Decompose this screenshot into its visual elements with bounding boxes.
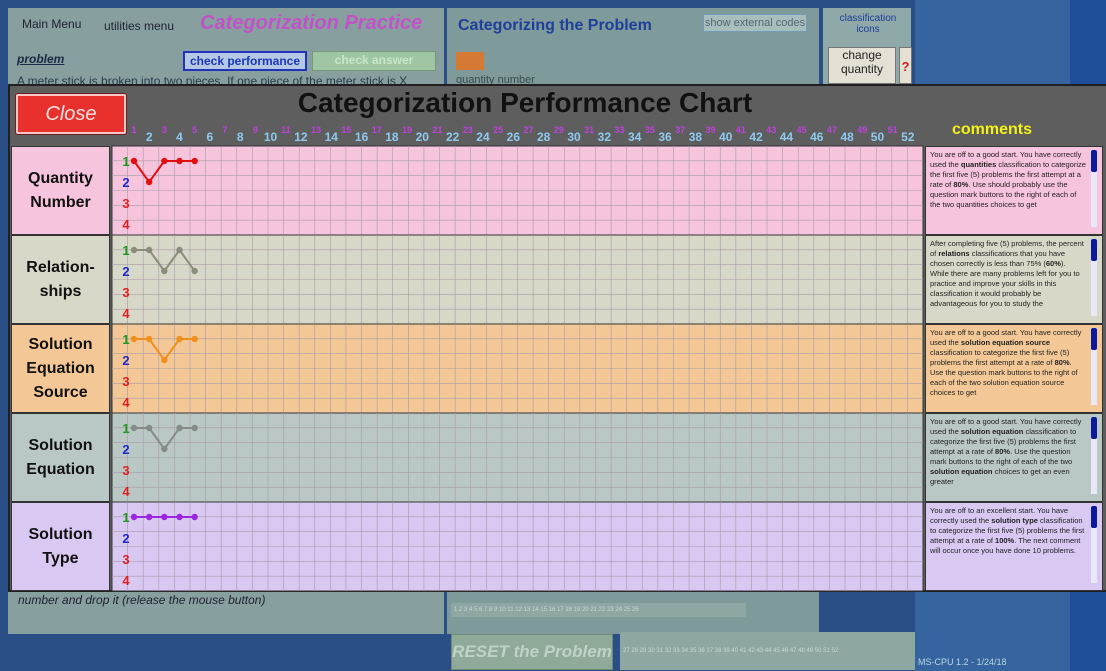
data-point: [176, 335, 183, 343]
data-point: [191, 513, 198, 521]
problem-number-tick: 21: [432, 125, 442, 135]
data-point: [161, 157, 168, 165]
level-label: 1: [122, 421, 129, 436]
level-label: 1: [122, 332, 129, 347]
problem-number-tick: 36: [658, 130, 672, 144]
problem-number-tick: 39: [706, 125, 716, 135]
problem-number-tick: 1: [131, 125, 136, 135]
problem-number-tick: 31: [584, 125, 594, 135]
data-point: [130, 246, 138, 254]
problem-number-tick: 38: [689, 130, 703, 144]
level-label: 1: [122, 243, 129, 258]
data-point: [176, 513, 183, 521]
level-label: 4: [122, 484, 130, 499]
problem-number-tick: 24: [476, 130, 490, 144]
problem-number-tick: 48: [840, 130, 854, 144]
level-label: 3: [122, 285, 129, 300]
problem-number-tick: 25: [493, 125, 503, 135]
problem-number-tick: 42: [749, 130, 763, 144]
level-label: 3: [122, 463, 129, 478]
data-point: [130, 157, 138, 165]
level-label: 3: [122, 374, 129, 389]
problem-number-tick: 34: [628, 130, 642, 144]
problem-number-tick: 6: [207, 130, 214, 144]
problem-number-tick: 47: [827, 125, 837, 135]
problem-number-tick: 37: [675, 125, 685, 135]
problem-number-tick: 2: [146, 130, 153, 144]
problem-number-tick: 41: [736, 125, 746, 135]
data-point: [161, 267, 168, 275]
data-point: [176, 246, 183, 254]
performance-chart-svg: 1 2 3 4 5 6 7 8 9 10 11 12 13 14 15 16 17 18 19 20 21 22 23 24 2…: [111, 125, 924, 592]
problem-number-tick: 51: [888, 125, 898, 135]
problem-number-tick: 27: [523, 125, 533, 135]
level-label: 2: [122, 353, 129, 368]
problem-number-tick: 45: [797, 125, 807, 135]
problem-number-tick: 14: [325, 130, 339, 144]
problem-number-tick: 44: [780, 130, 794, 144]
problem-number-tick: 9: [253, 125, 258, 135]
level-label: 3: [122, 552, 129, 567]
level-label: 4: [122, 395, 130, 410]
problem-number-tick: 11: [281, 125, 291, 135]
problem-number-tick: 15: [341, 125, 351, 135]
problem-number-tick: 28: [537, 130, 551, 144]
problem-number-tick: 12: [294, 130, 308, 144]
data-point: [191, 335, 198, 343]
level-label: 4: [122, 573, 130, 588]
level-label: 1: [122, 154, 129, 169]
data-point: [145, 335, 153, 343]
problem-number-tick: 19: [402, 125, 412, 135]
level-label: 2: [122, 531, 129, 546]
problem-number-tick: 4: [176, 130, 183, 144]
problem-number-tick: 18: [385, 130, 399, 144]
level-label: 2: [122, 175, 129, 190]
problem-number-tick: 35: [645, 125, 655, 135]
data-point: [176, 424, 183, 432]
data-point: [176, 157, 183, 165]
data-point: [145, 513, 153, 521]
problem-number-tick: 16: [355, 130, 369, 144]
problem-number-tick: 32: [598, 130, 612, 144]
data-point: [191, 424, 198, 432]
level-label: 4: [122, 306, 130, 321]
problem-number-tick: 23: [463, 125, 473, 135]
level-label: 4: [122, 217, 130, 232]
data-point: [130, 424, 138, 432]
problem-number-tick: 7: [223, 125, 228, 135]
problem-number-tick: 30: [567, 130, 581, 144]
problem-number-tick: 13: [311, 125, 321, 135]
data-point: [145, 178, 153, 186]
problem-number-tick: 26: [507, 130, 521, 144]
problem-number-tick: 3: [162, 125, 167, 135]
data-point: [130, 513, 138, 521]
problem-number-tick: 52: [901, 130, 915, 144]
data-point: [191, 157, 198, 165]
problem-number-tick: 33: [615, 125, 625, 135]
problem-number-tick: 10: [264, 130, 278, 144]
level-label: 2: [122, 442, 129, 457]
problem-number-tick: 20: [416, 130, 430, 144]
level-label: 3: [122, 196, 129, 211]
level-label: 2: [122, 264, 129, 279]
data-point: [145, 424, 153, 432]
data-point: [161, 356, 168, 364]
problem-number-tick: 29: [554, 125, 564, 135]
data-point: [130, 335, 138, 343]
level-label: 1: [122, 510, 129, 525]
problem-number-tick: 43: [766, 125, 776, 135]
data-point: [191, 267, 198, 275]
problem-number-tick: 49: [857, 125, 867, 135]
problem-number-tick: 50: [871, 130, 885, 144]
problem-number-tick: 5: [192, 125, 197, 135]
problem-number-tick: 17: [372, 125, 382, 135]
problem-number-tick: 40: [719, 130, 733, 144]
problem-number-tick: 46: [810, 130, 824, 144]
data-point: [161, 445, 168, 453]
problem-number-tick: 22: [446, 130, 460, 144]
problem-number-tick: 8: [237, 130, 244, 144]
data-point: [145, 246, 153, 254]
data-point: [161, 513, 168, 521]
